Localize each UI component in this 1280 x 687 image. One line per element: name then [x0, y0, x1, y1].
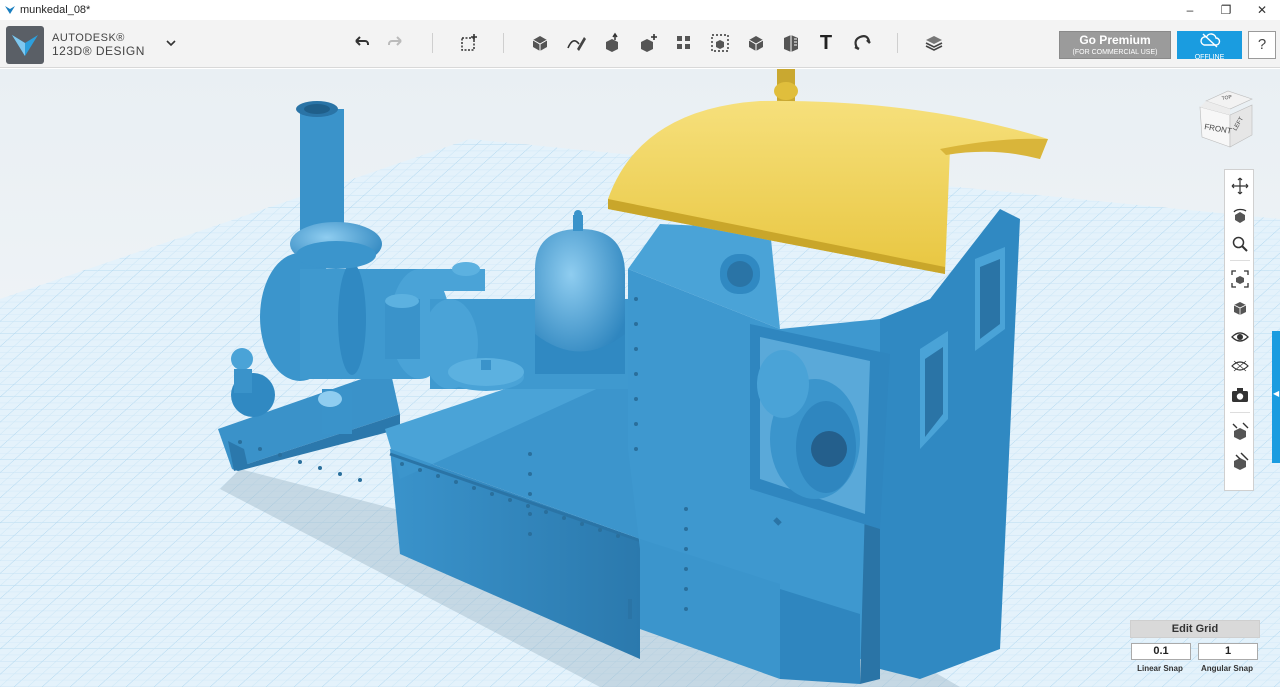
orbit-icon[interactable] [1229, 204, 1251, 226]
selection-mode-icon[interactable] [1229, 450, 1251, 472]
construct-icon[interactable] [600, 31, 624, 55]
edit-grid-button[interactable]: Edit Grid [1130, 620, 1260, 638]
view-cube[interactable]: TOP FRONT LEFT [1196, 87, 1256, 149]
premium-label: Go Premium [1079, 33, 1151, 47]
main-toolbar: AUTODESK® 123D® DESIGN T Go Premium (FOR… [0, 20, 1280, 68]
screenshot-icon[interactable] [1229, 384, 1251, 406]
text-tool-glyph: T [819, 31, 833, 54]
window-title: munkedal_08* [20, 4, 91, 16]
zoom-icon[interactable] [1229, 233, 1251, 255]
premium-sublabel: (FOR COMMERCIAL USE) [1072, 49, 1158, 56]
navigation-bar [1224, 169, 1254, 491]
maximize-button[interactable]: ❐ [1208, 0, 1244, 20]
linear-snap-input[interactable]: 0.1 [1131, 643, 1191, 660]
materials-outline-icon[interactable] [1229, 355, 1251, 377]
offline-label: OFFLINE [1194, 54, 1225, 61]
toolbar-divider [897, 33, 898, 53]
undo-icon[interactable] [349, 31, 373, 55]
app-icon [5, 6, 15, 14]
cloud-offline-icon [1199, 33, 1220, 48]
app-menu-button[interactable]: AUTODESK® 123D® DESIGN [6, 26, 145, 64]
help-button[interactable]: ? [1248, 31, 1276, 59]
transform-icon[interactable] [457, 31, 481, 55]
chevron-left-icon: ◀ [1273, 389, 1280, 398]
selection-filter-icon[interactable] [1229, 420, 1251, 442]
views-icon[interactable] [1229, 297, 1251, 319]
3d-viewport[interactable]: TOP FRONT LEFT ◀ Edit Grid 0.1 1 Linear … [0, 69, 1280, 687]
close-button[interactable]: ✕ [1244, 0, 1280, 20]
sketch-icon[interactable] [564, 31, 588, 55]
measure-icon[interactable] [779, 31, 803, 55]
text-icon[interactable]: T [814, 31, 838, 55]
nav-divider [1230, 260, 1250, 261]
chevron-down-icon[interactable] [164, 36, 178, 50]
redo-icon[interactable] [384, 31, 408, 55]
brand-line2: 123D® DESIGN [52, 44, 145, 58]
go-premium-button[interactable]: Go Premium (FOR COMMERCIAL USE) [1059, 31, 1171, 59]
modify-icon[interactable] [636, 31, 660, 55]
edit-grid-panel: Edit Grid 0.1 1 Linear Snap Angular Snap [1130, 620, 1260, 682]
grouping-icon[interactable] [708, 31, 732, 55]
autodesk-logo-icon [6, 26, 44, 64]
primitives-icon[interactable] [528, 31, 552, 55]
fit-icon[interactable] [1229, 268, 1251, 290]
title-bar: munkedal_08* – ❐ ✕ [0, 0, 1280, 20]
pan-icon[interactable] [1229, 175, 1251, 197]
visibility-icon[interactable] [1229, 326, 1251, 348]
side-panel-tab[interactable]: ◀ [1272, 331, 1280, 463]
snap-icon[interactable] [850, 31, 874, 55]
angular-snap-label: Angular Snap [1200, 664, 1253, 673]
angular-snap-input[interactable]: 1 [1198, 643, 1258, 660]
nav-divider [1230, 412, 1250, 413]
linear-snap-label: Linear Snap [1137, 664, 1183, 673]
material-icon[interactable] [922, 31, 946, 55]
toolbar-divider [503, 33, 504, 53]
minimize-button[interactable]: – [1172, 0, 1208, 20]
scene-canvas[interactable] [0, 69, 1280, 687]
offline-button[interactable]: OFFLINE [1177, 31, 1242, 61]
toolbar-divider [432, 33, 433, 53]
combine-icon[interactable] [744, 31, 768, 55]
pattern-icon[interactable] [672, 31, 696, 55]
